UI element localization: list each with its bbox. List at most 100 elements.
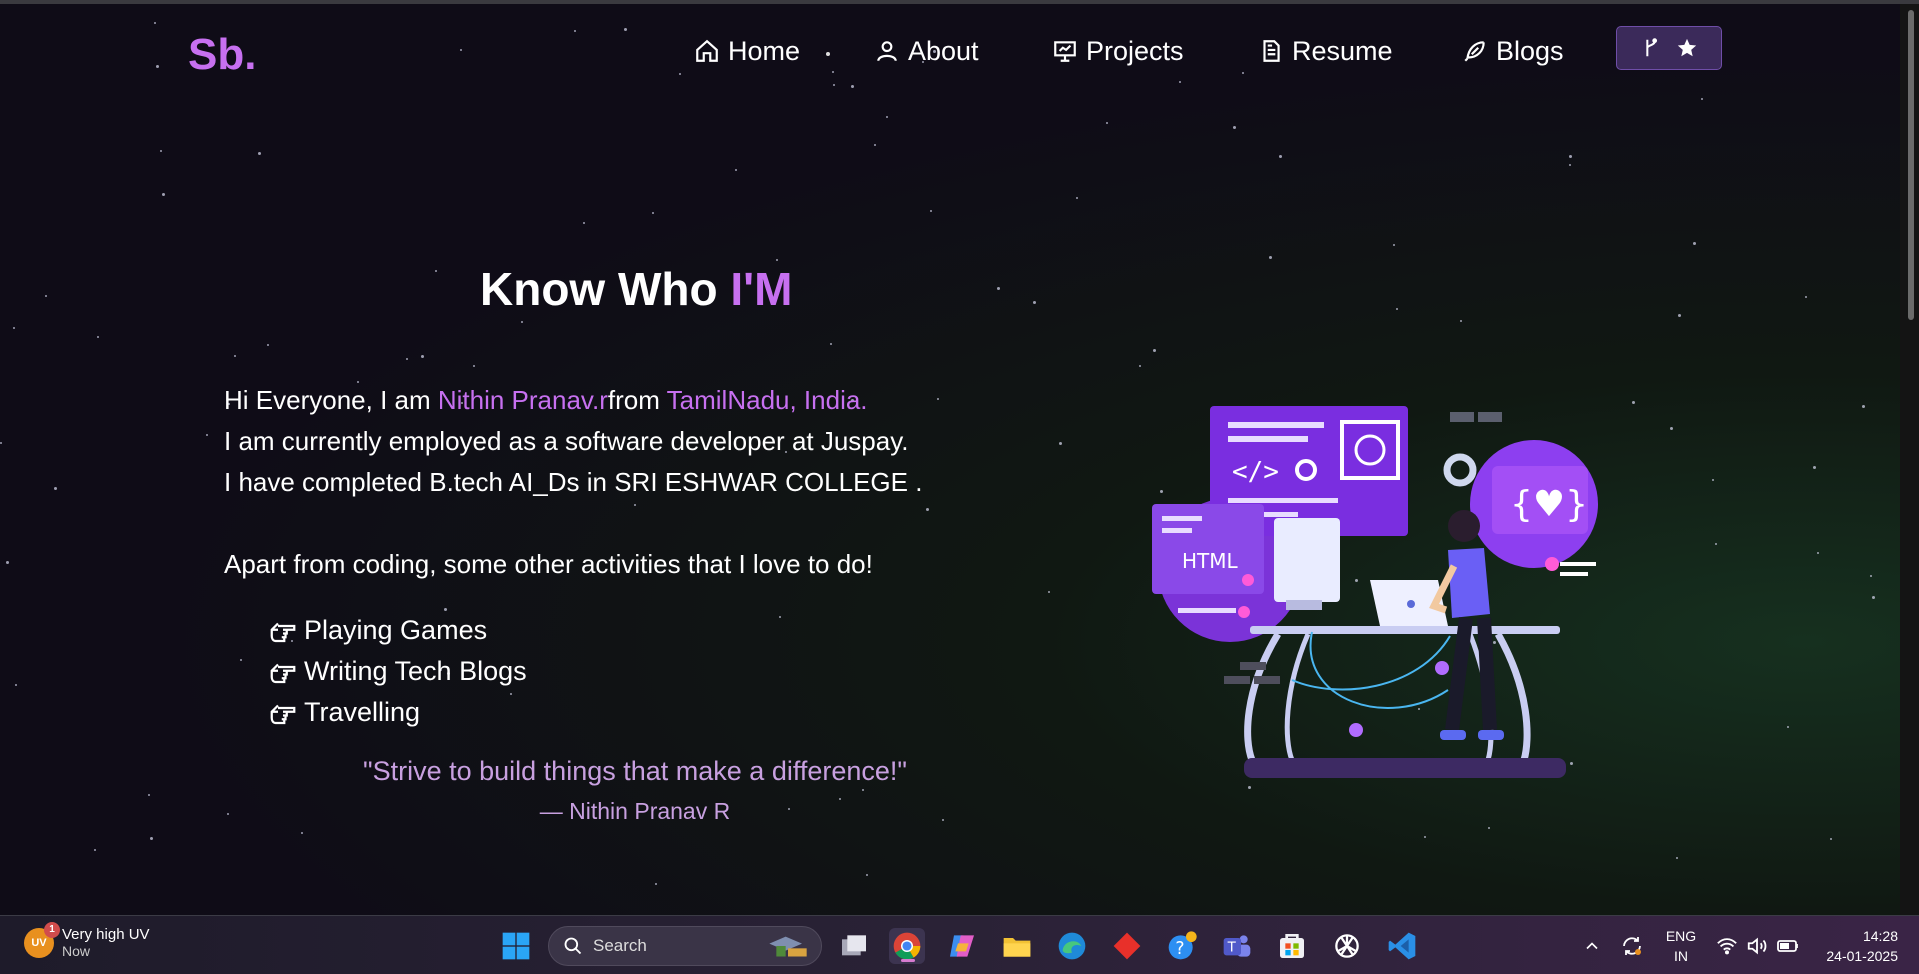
star: [1106, 122, 1108, 124]
copilot-button[interactable]: [944, 928, 980, 964]
star: [1670, 427, 1673, 430]
star: [1712, 479, 1714, 481]
star: [148, 794, 150, 796]
hobby-list: Playing Games Writing Tech Blogs Travell…: [268, 610, 527, 733]
bio-line-1: Hi Everyone, I am Nithin Pranav.rfrom Ta…: [224, 380, 1024, 421]
weather-widget[interactable]: UV 1 Very high UV Now: [24, 921, 150, 959]
chatgpt-button[interactable]: [1329, 928, 1365, 964]
from-text: from: [607, 385, 667, 415]
star: [997, 287, 1000, 290]
star: [776, 259, 778, 261]
star: [1393, 244, 1395, 246]
chrome-button[interactable]: [889, 928, 925, 964]
github-fork-star-button[interactable]: [1616, 26, 1722, 70]
uv-badge: UV 1: [24, 921, 60, 958]
nav-projects-label: Projects: [1086, 35, 1184, 66]
edge-icon: [1058, 932, 1086, 960]
star: [1279, 155, 1282, 158]
star: [655, 883, 657, 885]
user-icon: [877, 41, 897, 62]
clock-time: 14:28: [1862, 928, 1898, 944]
star: [435, 270, 437, 272]
scroll-thumb[interactable]: [1908, 10, 1914, 320]
chatgpt-icon: [1335, 934, 1359, 958]
language-indicator[interactable]: ENG IN: [1664, 926, 1698, 966]
file-explorer-button[interactable]: [999, 928, 1035, 964]
sync-status[interactable]: [1620, 916, 1644, 974]
star: [1701, 98, 1703, 100]
star: [1033, 301, 1036, 304]
teams-button[interactable]: T: [1219, 928, 1255, 964]
monitor: [1274, 518, 1340, 602]
weather-title: Very high UV: [62, 926, 150, 943]
region-code: IN: [1674, 948, 1688, 964]
star: [6, 561, 9, 564]
code-brackets-icon: </>: [1232, 457, 1279, 487]
list-item: Writing Tech Blogs: [268, 651, 527, 692]
scrollbar[interactable]: [1900, 4, 1919, 915]
star: [1813, 466, 1816, 469]
star: [1396, 308, 1398, 310]
edge-button[interactable]: [1054, 928, 1090, 964]
star: [160, 150, 162, 152]
system-tray-icons[interactable]: [1716, 916, 1800, 974]
nav-projects[interactable]: Projects: [1052, 34, 1184, 68]
wifi-icon: [1717, 937, 1737, 954]
task-view-button[interactable]: [836, 928, 872, 964]
star: [1678, 314, 1681, 317]
nav-blogs[interactable]: Blogs: [1462, 34, 1564, 68]
taskbar-search[interactable]: Search: [548, 926, 822, 966]
language-code: ENG: [1665, 928, 1697, 944]
desk: [1250, 626, 1560, 634]
activities-intro: Apart from coding, some other activities…: [224, 549, 873, 579]
navbar: Sb. Home About Projects Resume Blogs: [0, 4, 1900, 96]
git-button[interactable]: [1109, 928, 1145, 964]
star: [652, 212, 654, 214]
star: [406, 358, 408, 360]
bio-text: Hi Everyone, I am Nithin Pranav.rfrom Ta…: [224, 380, 1024, 585]
star: [1632, 401, 1635, 404]
heading-accent: I'M: [730, 263, 793, 315]
heading-prefix: Know Who: [480, 263, 718, 315]
system-clock[interactable]: 14:28 24-01-2025: [1814, 926, 1898, 966]
hobby-label: Writing Tech Blogs: [304, 656, 527, 686]
nav-resume[interactable]: Resume: [1258, 34, 1393, 68]
developer-illustration: </> HTML {♥}: [1152, 406, 1598, 778]
star: [1233, 126, 1236, 129]
store-button[interactable]: [1274, 928, 1310, 964]
nav-home[interactable]: Home: [694, 34, 800, 68]
bio-line-3: I have completed B.tech AI_Ds in SRI ESH…: [224, 467, 923, 497]
star: [301, 832, 303, 834]
task-view-icon: [842, 935, 866, 956]
nav-resume-label: Resume: [1292, 35, 1393, 66]
star: [583, 222, 585, 224]
windows-start-icon: [502, 932, 530, 960]
document-icon: [1263, 40, 1280, 62]
weather-subtitle: Now: [62, 943, 91, 959]
nav-blogs-label: Blogs: [1496, 35, 1564, 66]
nav-about[interactable]: About: [874, 34, 979, 68]
quote-text: "Strive to build things that make a diff…: [363, 756, 907, 786]
star: [206, 434, 208, 436]
star: [54, 487, 57, 490]
tray-overflow-button[interactable]: [1582, 916, 1602, 974]
volume-icon: [1747, 937, 1767, 954]
copilot-icon: [950, 935, 974, 957]
star: [162, 193, 165, 196]
star: [150, 837, 153, 840]
site-logo[interactable]: Sb.: [188, 30, 256, 80]
windows-start-button[interactable]: [498, 928, 534, 964]
nav-about-label: About: [908, 35, 979, 66]
git-fork-icon: [1646, 38, 1658, 57]
home-icon: [696, 39, 718, 62]
star: [267, 344, 269, 346]
help-button[interactable]: ?: [1164, 928, 1200, 964]
search-icon: [564, 937, 582, 955]
star: [862, 789, 864, 791]
help-icon: ?: [1168, 931, 1197, 960]
vscode-button[interactable]: [1384, 928, 1420, 964]
star: [1693, 242, 1696, 245]
code-heart-icon: {♥}: [1510, 484, 1588, 525]
quote-author: — Nithin Pranav R: [539, 798, 731, 824]
star: [1076, 197, 1078, 199]
